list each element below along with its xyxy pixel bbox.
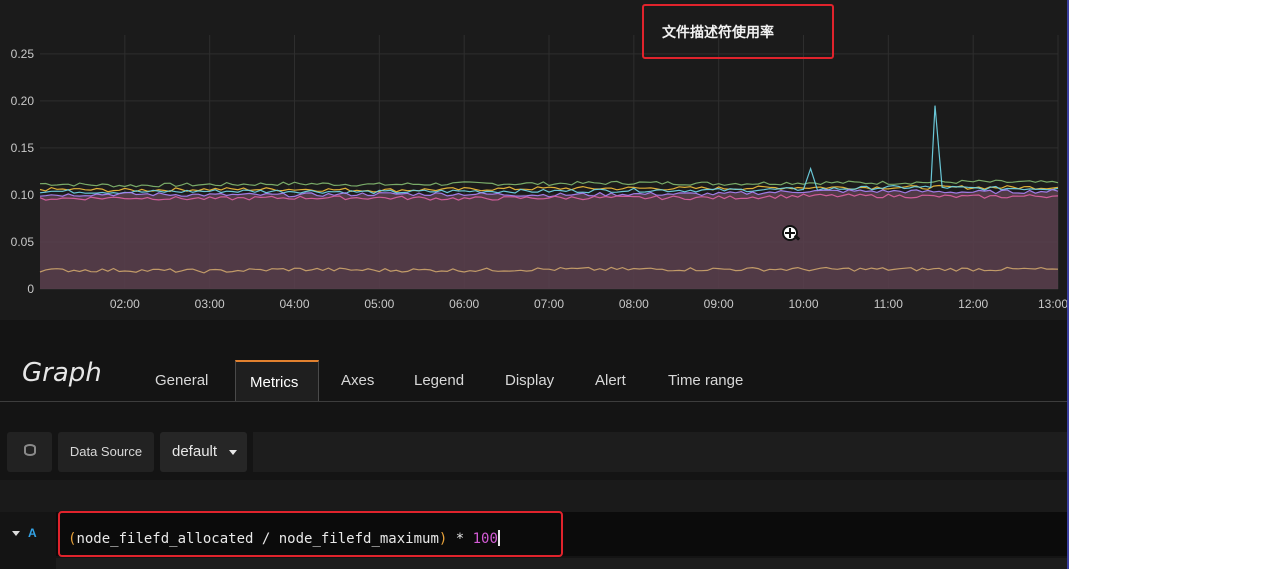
- query-number: 100: [472, 531, 498, 547]
- query-collapse-toggle[interactable]: A: [12, 526, 37, 540]
- tab-alert[interactable]: Alert: [581, 360, 640, 402]
- y-tick-label: 0.20: [11, 94, 35, 108]
- tab-display[interactable]: Display: [491, 360, 568, 402]
- tab-axes[interactable]: Axes: [327, 360, 388, 402]
- datasource-label: Data Source: [58, 432, 154, 472]
- x-tick-label: 06:00: [449, 297, 479, 311]
- tab-time-range[interactable]: Time range: [654, 360, 757, 402]
- annotation-text: 文件描述符使用率: [662, 25, 774, 41]
- query-options-bar: [0, 480, 1067, 512]
- y-tick-label: 0.15: [11, 141, 35, 155]
- x-tick-label: 10:00: [788, 297, 818, 311]
- y-tick-label: 0: [27, 282, 34, 296]
- x-tick-label: 13:00: [1038, 297, 1068, 311]
- query-ref-id: A: [28, 526, 37, 540]
- series-area-fill: [40, 189, 1058, 289]
- y-tick-label: 0.10: [11, 188, 35, 202]
- y-tick-label: 0.25: [11, 47, 35, 61]
- x-tick-label: 07:00: [534, 297, 564, 311]
- query-expression-text: (node_filefd_allocated / node_filefd_max…: [68, 530, 500, 547]
- grafana-panel-editor: 0 0.05 0.10 0.15 0.20 0.25 02:00 03:00 04:00 05:…: [0, 0, 1069, 569]
- graph-panel: 0 0.05 0.10 0.15 0.20 0.25 02:00 03:00 04:00 05:…: [0, 0, 1068, 320]
- editor-title: Graph: [22, 358, 102, 388]
- x-tick-label: 08:00: [619, 297, 649, 311]
- x-tick-label: 02:00: [110, 297, 140, 311]
- y-axis: 0 0.05 0.10 0.15 0.20 0.25: [11, 47, 35, 296]
- query-operator: *: [447, 531, 473, 547]
- text-caret: [497, 530, 500, 546]
- y-tick-label: 0.05: [11, 235, 35, 249]
- x-tick-label: 09:00: [704, 297, 734, 311]
- query-options-strip: [56, 558, 1067, 569]
- tab-general[interactable]: General: [141, 360, 222, 402]
- caret-down-icon: [12, 531, 20, 537]
- query-row: A (node_filefd_allocated / node_filefd_m…: [0, 512, 1067, 569]
- query-expression-input[interactable]: (node_filefd_allocated / node_filefd_max…: [56, 512, 1067, 556]
- datasource-row-filler: [253, 432, 1067, 472]
- x-tick-label: 03:00: [195, 297, 225, 311]
- datasource-value: default: [172, 443, 218, 460]
- x-tick-label: 11:00: [874, 297, 903, 311]
- editor-header: Graph General Metrics Axes Legend Displa…: [0, 320, 1067, 402]
- x-axis: 02:00 03:00 04:00 05:00 06:00 07:00 08:00 09:00…: [110, 297, 1068, 311]
- query-body: node_filefd_allocated / node_filefd_maxi…: [76, 531, 439, 547]
- datasource-row: Data Source default: [0, 402, 1067, 512]
- area-fill: [40, 189, 1058, 289]
- datasource-select[interactable]: default: [160, 432, 247, 472]
- database-icon-box: [7, 432, 52, 472]
- tab-legend[interactable]: Legend: [400, 360, 478, 402]
- tab-metrics[interactable]: Metrics: [235, 360, 319, 402]
- x-tick-label: 12:00: [958, 297, 988, 311]
- database-icon: [24, 444, 36, 456]
- annotation-highlight-box: 文件描述符使用率: [642, 4, 834, 59]
- chevron-down-icon: [229, 450, 237, 455]
- x-tick-label: 04:00: [279, 297, 309, 311]
- line-chart: 0 0.05 0.10 0.15 0.20 0.25 02:00 03:00 04:00 05:…: [11, 35, 1068, 311]
- x-tick-label: 05:00: [364, 297, 394, 311]
